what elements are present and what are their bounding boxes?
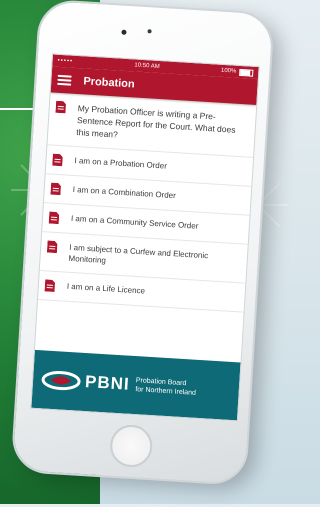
list-item-label: My Probation Officer is writing a Pre-Se…	[75, 103, 236, 140]
list-item-label: I am on a Probation Order	[74, 155, 168, 171]
battery-percent: 100%	[220, 67, 237, 75]
pbni-logo-icon	[41, 371, 81, 391]
topic-list: My Probation Officer is writing a Pre-Se…	[37, 92, 257, 313]
pbni-brand: PBNI	[84, 372, 131, 394]
pbni-subtitle: Probation Board for Northern Ireland	[135, 376, 197, 398]
app-screen: ••••• 10:50 AM 100% Probation My Probati…	[30, 53, 260, 422]
list-item-label: I am on a Combination Order	[72, 184, 177, 201]
signal-indicator: •••••	[57, 57, 74, 65]
battery-icon	[239, 68, 254, 77]
document-icon	[44, 279, 56, 292]
phone-body: ••••• 10:50 AM 100% Probation My Probati…	[12, 0, 273, 484]
document-icon	[48, 211, 60, 225]
home-button[interactable]	[108, 423, 154, 469]
document-icon	[55, 100, 66, 114]
pbni-subtitle-line2: for Northern Ireland	[135, 386, 197, 397]
speaker-icon	[147, 29, 152, 34]
document-icon	[52, 153, 63, 167]
document-icon	[50, 182, 61, 196]
status-time: 10:50 AM	[134, 62, 160, 70]
status-right: 100%	[220, 67, 254, 77]
list-item-label: I am on a Community Service Order	[70, 213, 199, 231]
hamburger-menu-icon[interactable]	[57, 74, 72, 86]
pbni-footer-banner: PBNI Probation Board for Northern Irelan…	[31, 349, 241, 421]
list-item-label: I am subject to a Curfew and Electronic …	[68, 242, 209, 266]
camera-icon	[121, 29, 127, 35]
document-icon	[46, 240, 58, 254]
page-title: Probation	[83, 75, 136, 91]
list-item-label: I am on a Life Licence	[66, 281, 146, 296]
phone-mockup: ••••• 10:50 AM 100% Probation My Probati…	[11, 0, 297, 507]
